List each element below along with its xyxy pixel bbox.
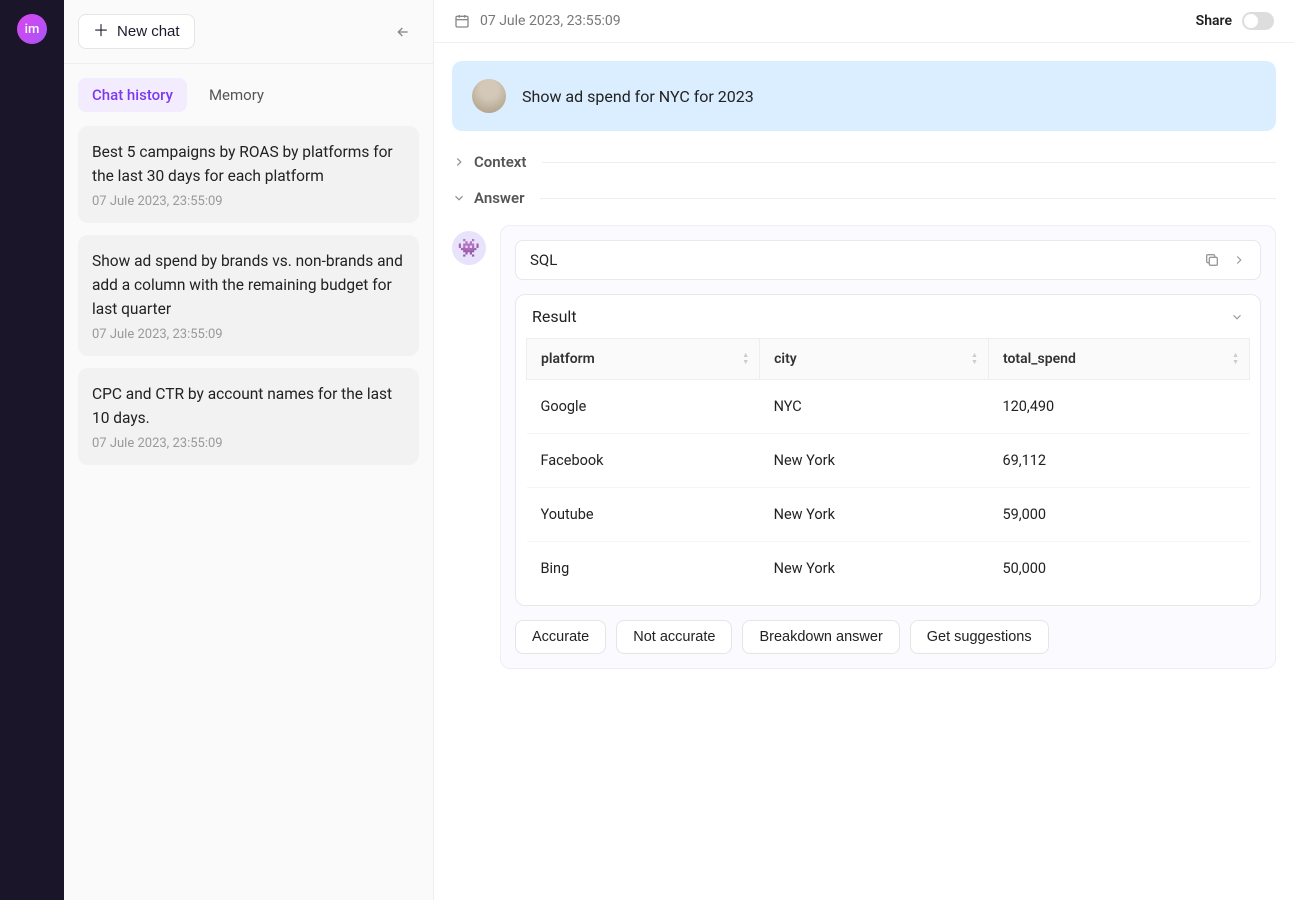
- result-table: platform ▲▼ city ▲▼ total_spend ▲▼: [526, 338, 1250, 595]
- bot-avatar: 👾: [452, 231, 486, 265]
- tab-memory[interactable]: Memory: [195, 78, 278, 112]
- answer-label: Answer: [474, 189, 524, 207]
- chevron-right-icon: [1232, 253, 1246, 267]
- chat-history-list: Best 5 campaigns by ROAS by platforms fo…: [78, 126, 419, 465]
- share-label: Share: [1196, 13, 1232, 29]
- main-panel: 07 Jule 2023, 23:55:09 Share Show ad spe…: [434, 0, 1294, 900]
- cell-city: NYC: [760, 380, 989, 434]
- chevron-down-icon: [452, 191, 466, 205]
- sort-icon: ▲▼: [1232, 352, 1239, 366]
- sql-toggle-row[interactable]: SQL: [515, 240, 1261, 280]
- sidebar-tabs: Chat history Memory: [78, 78, 419, 112]
- not-accurate-button[interactable]: Not accurate: [616, 620, 732, 654]
- arrow-left-icon: [395, 24, 411, 40]
- history-item[interactable]: CPC and CTR by account names for the las…: [78, 368, 419, 465]
- accurate-button[interactable]: Accurate: [515, 620, 606, 654]
- col-label: city: [774, 351, 797, 367]
- cell-total-spend: 59,000: [988, 488, 1249, 542]
- divider: [64, 63, 433, 64]
- table-row: Facebook New York 69,112: [527, 434, 1250, 488]
- context-section-header[interactable]: Context: [452, 153, 1276, 171]
- collapse-sidebar-button[interactable]: [387, 16, 419, 48]
- sort-icon: ▲▼: [971, 352, 978, 366]
- sql-label: SQL: [530, 251, 557, 269]
- result-card: Result platform ▲▼: [515, 294, 1261, 606]
- history-item-title: Best 5 campaigns by ROAS by platforms fo…: [92, 140, 405, 188]
- tab-chat-history[interactable]: Chat history: [78, 78, 187, 112]
- history-item-date: 07 Jule 2023, 23:55:09: [92, 436, 405, 451]
- column-header-city[interactable]: city ▲▼: [760, 339, 989, 380]
- answer-block: 👾 SQL Result: [452, 225, 1276, 669]
- col-label: platform: [541, 351, 595, 367]
- share-toggle[interactable]: [1242, 12, 1274, 30]
- cell-total-spend: 69,112: [988, 434, 1249, 488]
- chevron-right-icon: [452, 155, 466, 169]
- table-row: Bing New York 50,000: [527, 542, 1250, 596]
- history-item-title: CPC and CTR by account names for the las…: [92, 382, 405, 430]
- table-row: Youtube New York 59,000: [527, 488, 1250, 542]
- answer-body: SQL Result: [500, 225, 1276, 669]
- cell-city: New York: [760, 542, 989, 596]
- sidebar: ＋ New chat Chat history Memory Best 5 ca…: [64, 0, 434, 900]
- topbar: 07 Jule 2023, 23:55:09 Share: [434, 0, 1294, 43]
- user-avatar: [472, 79, 506, 113]
- cell-city: New York: [760, 488, 989, 542]
- calendar-icon: [454, 13, 470, 29]
- cell-total-spend: 120,490: [988, 380, 1249, 434]
- cell-city: New York: [760, 434, 989, 488]
- cell-platform: Youtube: [527, 488, 760, 542]
- copy-icon[interactable]: [1204, 252, 1220, 268]
- get-suggestions-button[interactable]: Get suggestions: [910, 620, 1049, 654]
- table-row: Google NYC 120,490: [527, 380, 1250, 434]
- new-chat-label: New chat: [117, 23, 180, 40]
- cell-platform: Google: [527, 380, 760, 434]
- column-header-platform[interactable]: platform ▲▼: [527, 339, 760, 380]
- col-label: total_spend: [1003, 351, 1076, 367]
- new-chat-button[interactable]: ＋ New chat: [78, 14, 195, 49]
- app-rail: im: [0, 0, 64, 900]
- history-item-date: 07 Jule 2023, 23:55:09: [92, 194, 405, 209]
- app-logo[interactable]: im: [17, 14, 47, 44]
- topbar-date: 07 Jule 2023, 23:55:09: [480, 13, 621, 29]
- prompt-text: Show ad spend for NYC for 2023: [522, 87, 754, 106]
- context-label: Context: [474, 153, 526, 171]
- sort-icon: ▲▼: [742, 352, 749, 366]
- content-area: Show ad spend for NYC for 2023 Context A…: [434, 43, 1294, 900]
- history-item[interactable]: Best 5 campaigns by ROAS by platforms fo…: [78, 126, 419, 223]
- cell-platform: Bing: [527, 542, 760, 596]
- result-title: Result: [532, 307, 577, 326]
- column-header-total-spend[interactable]: total_spend ▲▼: [988, 339, 1249, 380]
- plus-icon: ＋: [93, 24, 109, 40]
- prompt-banner: Show ad spend for NYC for 2023: [452, 61, 1276, 131]
- breakdown-answer-button[interactable]: Breakdown answer: [742, 620, 899, 654]
- answer-section-header[interactable]: Answer: [452, 189, 1276, 207]
- cell-total-spend: 50,000: [988, 542, 1249, 596]
- feedback-row: Accurate Not accurate Breakdown answer G…: [515, 620, 1261, 654]
- cell-platform: Facebook: [527, 434, 760, 488]
- history-item-date: 07 Jule 2023, 23:55:09: [92, 327, 405, 342]
- history-item-title: Show ad spend by brands vs. non-brands a…: [92, 249, 405, 321]
- chevron-down-icon[interactable]: [1230, 310, 1244, 324]
- history-item[interactable]: Show ad spend by brands vs. non-brands a…: [78, 235, 419, 356]
